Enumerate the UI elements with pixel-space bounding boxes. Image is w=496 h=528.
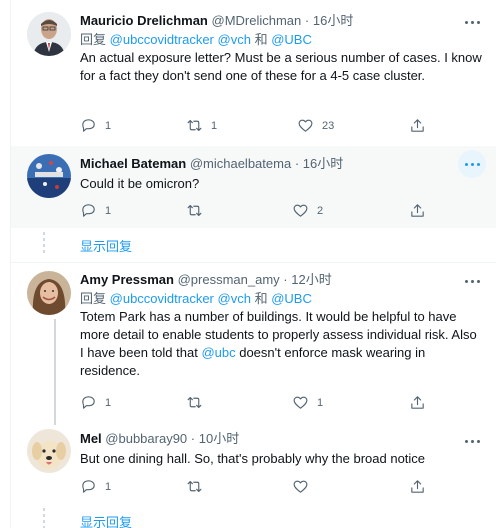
separator-dot: ·: [294, 156, 300, 171]
avatar-photo-icon: [27, 12, 71, 56]
avatar[interactable]: [27, 429, 71, 473]
thread-dots: [43, 508, 45, 528]
like-button[interactable]: 23: [297, 117, 334, 134]
share-button[interactable]: [409, 117, 426, 134]
more-icon: [464, 162, 468, 166]
reply-button[interactable]: 1: [80, 202, 111, 219]
thread-dots: [43, 232, 45, 256]
more-icon: [464, 20, 468, 24]
separator-dot: ·: [304, 13, 310, 28]
retweet-button[interactable]: [186, 478, 211, 495]
mention-link[interactable]: @ubccovidtracker: [110, 291, 214, 306]
tweet-text: An actual exposure letter? Must be a ser…: [80, 50, 482, 83]
replying-to: 回复 @ubccovidtracker @vch 和 @UBC: [80, 31, 482, 49]
tweet-mauricio[interactable]: Mauricio Drelichman @MDrelichman · 16小时 …: [11, 0, 496, 146]
author-handle[interactable]: @pressman_amy: [178, 272, 280, 287]
reply-and: 和: [254, 291, 268, 306]
mention-link[interactable]: @ubc: [201, 345, 235, 360]
timestamp[interactable]: 16小时: [313, 13, 353, 28]
mention-link[interactable]: @vch: [218, 291, 251, 306]
tweet-actions: 1 2: [11, 202, 424, 222]
avatar-photo-icon: [27, 429, 71, 473]
like-icon: [293, 204, 308, 217]
author-name[interactable]: Mauricio Drelichman: [80, 13, 208, 28]
show-replies-link[interactable]: 显示回复: [80, 512, 132, 528]
replying-to: 回复 @ubccovidtracker @vch 和 @UBC: [80, 290, 482, 308]
author-name[interactable]: Michael Bateman: [80, 156, 186, 171]
reply-icon: [82, 119, 95, 132]
more-options-button[interactable]: [458, 427, 486, 455]
author-handle[interactable]: @michaelbatema: [190, 156, 291, 171]
avatar[interactable]: [27, 271, 71, 315]
retweet-button[interactable]: [186, 394, 211, 411]
tweet-amy[interactable]: Amy Pressman @pressman_amy · 12小时 回复 @ub…: [11, 263, 496, 425]
retweet-icon: [187, 396, 202, 409]
avatar[interactable]: [27, 154, 71, 198]
separator-dot: ·: [190, 431, 196, 446]
tweet-actions: 1 1 23: [11, 117, 424, 137]
reply-and: 和: [254, 32, 268, 47]
mention-link[interactable]: @UBC: [271, 32, 312, 47]
more-options-button[interactable]: [458, 267, 486, 295]
more-icon: [464, 439, 468, 443]
like-icon: [293, 396, 308, 409]
more-options-button[interactable]: [458, 150, 486, 178]
reply-label: 回复: [80, 291, 107, 306]
avatar-photo-icon: [27, 271, 71, 315]
like-button[interactable]: 1: [292, 394, 323, 411]
timestamp[interactable]: 12小时: [291, 272, 331, 287]
reply-icon: [82, 396, 95, 409]
share-button[interactable]: [409, 394, 426, 411]
mention-link[interactable]: @ubccovidtracker: [110, 32, 214, 47]
reply-button[interactable]: 1: [80, 478, 111, 495]
like-button[interactable]: 2: [292, 202, 323, 219]
tweet-text: Totem Park has a number of buildings. It…: [80, 309, 477, 378]
reply-button[interactable]: 1: [80, 394, 111, 411]
timestamp[interactable]: 16小时: [303, 156, 343, 171]
more-icon: [464, 279, 468, 283]
retweet-icon: [187, 480, 202, 493]
author-name[interactable]: Mel: [80, 431, 102, 446]
reply-button[interactable]: 1: [80, 117, 111, 134]
tweet-actions: 1: [11, 478, 424, 498]
tweet-michael[interactable]: Michael Bateman @michaelbatema · 16小时 Co…: [11, 146, 496, 228]
reply-label: 回复: [80, 32, 107, 47]
share-icon: [411, 396, 424, 409]
like-icon: [298, 119, 313, 132]
mention-link[interactable]: @vch: [218, 32, 251, 47]
retweet-button[interactable]: [186, 202, 211, 219]
author-handle[interactable]: @bubbaray90: [105, 431, 187, 446]
tweet-actions: 1 1: [11, 394, 424, 414]
like-icon: [293, 480, 308, 493]
timestamp[interactable]: 10小时: [199, 431, 239, 446]
reply-icon: [82, 480, 95, 493]
share-icon: [411, 204, 424, 217]
reply-icon: [82, 204, 95, 217]
tweet-text: Could it be omicron?: [80, 176, 200, 191]
retweet-icon: [187, 119, 202, 132]
show-replies-link[interactable]: 显示回复: [80, 236, 132, 255]
avatar[interactable]: [27, 12, 71, 56]
author-name[interactable]: Amy Pressman: [80, 272, 174, 287]
retweet-icon: [187, 204, 202, 217]
like-button[interactable]: [292, 478, 317, 495]
share-icon: [411, 480, 424, 493]
avatar-photo-icon: [27, 154, 71, 198]
share-icon: [411, 119, 424, 132]
share-button[interactable]: [409, 478, 426, 495]
tweet-mel[interactable]: Mel @bubbaray90 · 10小时 But one dining ha…: [11, 425, 496, 507]
separator-dot: ·: [283, 272, 288, 287]
more-options-button[interactable]: [458, 8, 486, 36]
retweet-button[interactable]: 1: [186, 117, 217, 134]
share-button[interactable]: [409, 202, 426, 219]
mention-link[interactable]: @UBC: [271, 291, 312, 306]
tweet-text: But one dining hall. So, that's probably…: [80, 451, 426, 466]
author-handle[interactable]: @MDrelichman: [212, 13, 302, 28]
